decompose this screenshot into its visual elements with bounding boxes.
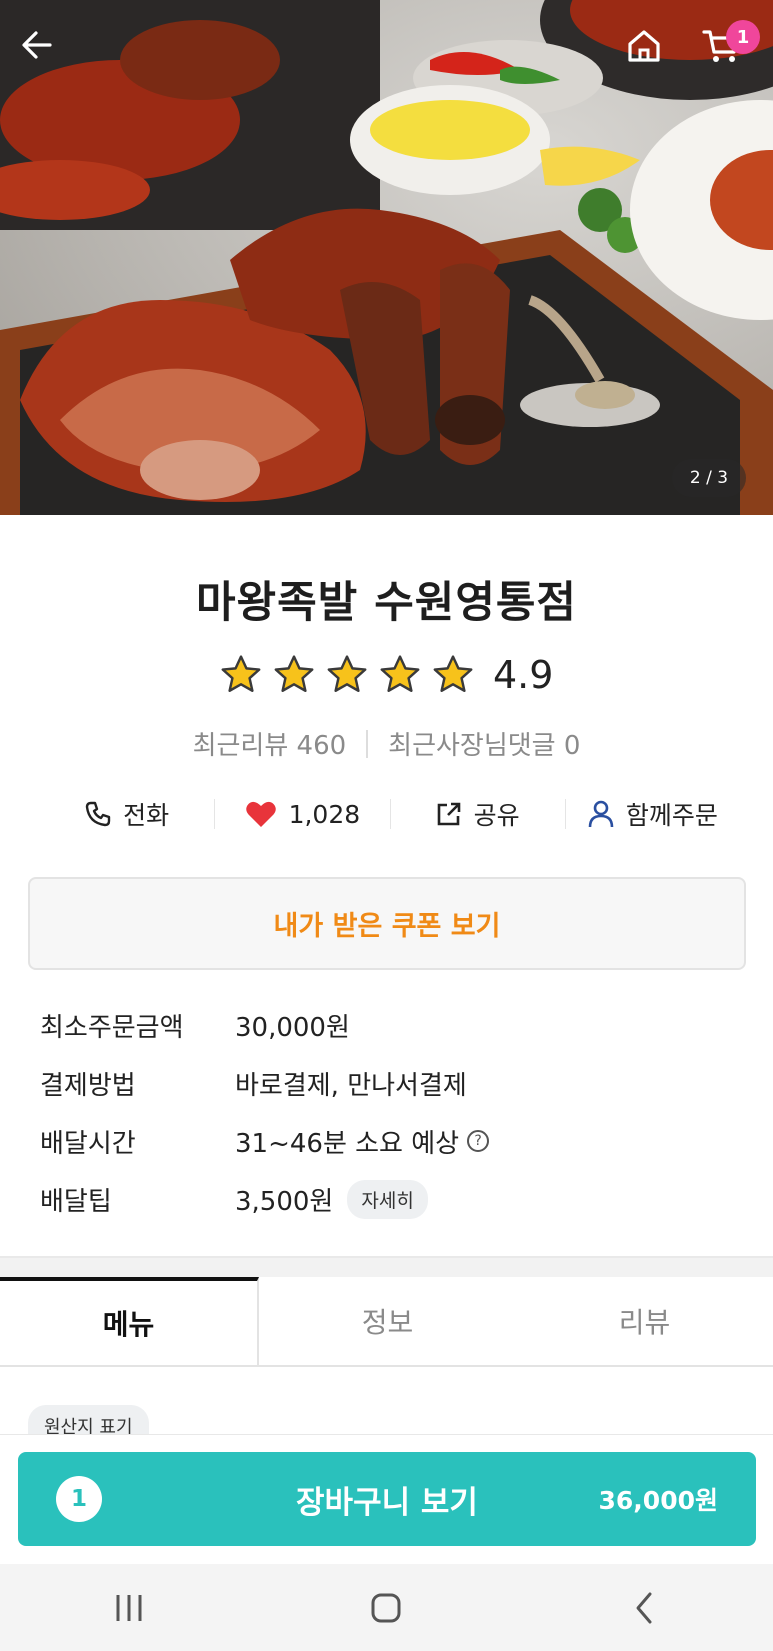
system-home-button[interactable] xyxy=(326,1578,446,1638)
star-icon xyxy=(433,655,473,692)
payment-method-label: 결제방법 xyxy=(40,1070,136,1101)
store-name: 마왕족발 수원영통점 xyxy=(195,578,577,628)
person-icon xyxy=(588,800,614,828)
share-button[interactable]: 공유 xyxy=(391,796,565,832)
like-count: 1,028 xyxy=(288,799,361,829)
store-rating: 4.9 xyxy=(220,648,553,702)
tab-menu[interactable]: 메뉴 xyxy=(0,1277,259,1365)
heart-icon xyxy=(245,801,276,827)
delivery-tip-row: 배달팁 3,500원 자세히 xyxy=(40,1177,740,1221)
share-icon xyxy=(437,802,460,826)
star-icon xyxy=(327,655,367,692)
delivery-time-label: 배달시간 xyxy=(40,1128,136,1159)
call-button[interactable]: 전화 xyxy=(40,796,214,832)
min-order-label: 최소주문금액 xyxy=(40,1012,184,1043)
payment-method-row: 결제방법 바로결제, 만나서결제 xyxy=(40,1061,740,1105)
tab-info[interactable]: 정보 xyxy=(259,1277,516,1365)
phone-icon xyxy=(85,801,111,827)
like-button[interactable]: 1,028 xyxy=(215,800,389,829)
image-page-counter: 2 / 3 xyxy=(672,459,746,497)
view-my-coupons-button[interactable]: 내가 받은 쿠폰 보기 xyxy=(28,877,746,970)
divider xyxy=(366,729,369,758)
recent-reviews-link[interactable]: 최근리뷰 460 xyxy=(193,725,347,762)
group-order-label: 함께주문 xyxy=(625,801,718,830)
delivery-time-value: 31~46분 소요 예상 xyxy=(235,1128,460,1159)
delivery-time-value-wrap: 31~46분 소요 예상 ? xyxy=(235,1123,490,1160)
star-icon xyxy=(274,655,314,692)
tab-review[interactable]: 리뷰 xyxy=(516,1277,773,1365)
help-icon[interactable]: ? xyxy=(467,1130,490,1152)
delivery-time-row: 배달시간 31~46분 소요 예상 ? xyxy=(40,1119,740,1163)
store-action-bar: 전화 1,028 공유 함께주문 xyxy=(40,790,740,838)
rating-score: 4.9 xyxy=(493,653,554,697)
view-cart-button[interactable]: 1 장바구니 보기 36,000원 xyxy=(18,1452,756,1546)
call-label: 전화 xyxy=(123,801,170,830)
delivery-tip-detail-button[interactable]: 자세히 xyxy=(347,1179,428,1219)
delivery-tip-label: 배달팁 xyxy=(40,1186,112,1217)
group-order-button[interactable]: 함께주문 xyxy=(566,796,740,832)
min-order-value: 30,000원 xyxy=(235,1012,350,1043)
payment-method-value: 바로결제, 만나서결제 xyxy=(235,1070,467,1101)
arrow-left-icon xyxy=(22,31,52,59)
store-tabs: 메뉴 정보 리뷰 xyxy=(0,1277,773,1367)
delivery-tip-value: 3,500원 xyxy=(235,1186,334,1217)
store-hero-image[interactable]: 1 2 / 3 xyxy=(0,0,773,515)
review-stats: 최근리뷰 460 최근사장님댓글 0 xyxy=(0,725,773,762)
home-icon xyxy=(628,30,660,62)
recent-apps-button[interactable] xyxy=(69,1578,189,1638)
cart-count-badge: 1 xyxy=(726,20,760,54)
section-divider xyxy=(0,1256,773,1277)
min-order-row: 최소주문금액 30,000원 xyxy=(40,1003,740,1047)
system-back-button[interactable] xyxy=(584,1578,704,1638)
star-icon xyxy=(221,655,261,692)
home-button[interactable] xyxy=(626,28,678,80)
star-icon xyxy=(380,655,420,692)
share-label: 공유 xyxy=(473,801,520,830)
recent-apps-icon xyxy=(116,1594,142,1621)
cart-total-price: 36,000원 xyxy=(598,1486,718,1515)
system-navigation-bar xyxy=(0,1564,773,1651)
owner-comments-link[interactable]: 최근사장님댓글 0 xyxy=(388,725,580,762)
home-circle-icon xyxy=(371,1593,401,1622)
back-button[interactable] xyxy=(20,28,72,80)
chevron-left-icon xyxy=(636,1592,652,1623)
delivery-tip-value-wrap: 3,500원 자세히 xyxy=(235,1179,428,1219)
